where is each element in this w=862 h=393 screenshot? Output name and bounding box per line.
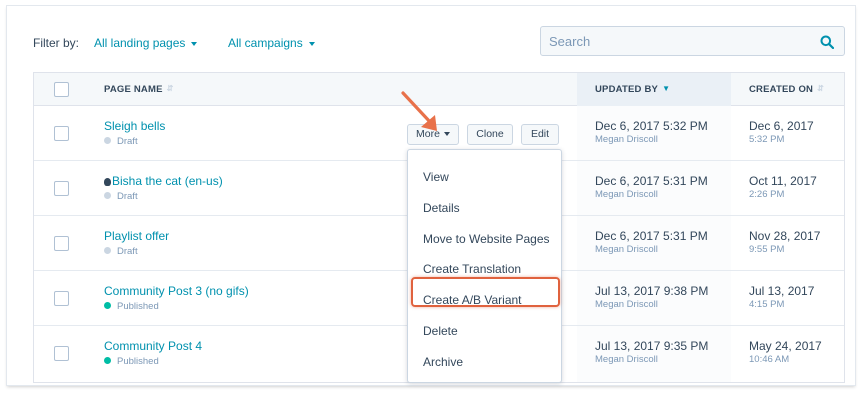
- sort-icon: ⇵: [166, 84, 174, 94]
- sort-descending-icon: ▼: [662, 84, 671, 94]
- page-name-link[interactable]: Sleigh bells: [104, 119, 165, 133]
- updated-cell: Jul 13, 2017 9:35 PM Megan Driscoll: [577, 326, 731, 381]
- search-input[interactable]: [541, 27, 811, 55]
- updated-by-user: Megan Driscoll: [595, 134, 658, 145]
- created-date: Jul 13, 2017: [749, 284, 815, 298]
- caret-down-icon: [191, 41, 198, 46]
- updated-by-user: Megan Driscoll: [595, 189, 658, 200]
- sort-icon: ⇵: [817, 84, 825, 94]
- updated-cell: Dec 6, 2017 5:31 PM Megan Driscoll: [577, 161, 731, 216]
- status-text: Draft: [117, 191, 138, 202]
- search-box: [540, 26, 845, 56]
- row-checkbox[interactable]: [54, 126, 69, 141]
- column-header-page-name[interactable]: PAGE NAME ⇵: [104, 73, 174, 106]
- landing-pages-panel: Filter by: All landing pages All campaig…: [7, 6, 855, 385]
- created-time: 5:32 PM: [749, 134, 785, 145]
- menu-item-move-to-website-pages[interactable]: Move to Website Pages: [423, 232, 550, 246]
- menu-item-create-translation[interactable]: Create Translation: [423, 262, 521, 276]
- page-name-link[interactable]: Community Post 3 (no gifs): [104, 284, 249, 298]
- row-checkbox[interactable]: [54, 236, 69, 251]
- updated-cell: Dec 6, 2017 5:31 PM Megan Driscoll: [577, 216, 731, 271]
- created-date: Dec 6, 2017: [749, 119, 814, 133]
- menu-item-create-ab-variant[interactable]: Create A/B Variant: [423, 293, 522, 307]
- status-text: Draft: [117, 136, 138, 147]
- page-name-link[interactable]: Community Post 4: [104, 339, 202, 353]
- select-all-checkbox[interactable]: [54, 82, 69, 97]
- created-time: 9:55 PM: [749, 244, 785, 255]
- updated-cell: Dec 6, 2017 5:32 PM Megan Driscoll: [577, 106, 731, 161]
- row-checkbox[interactable]: [54, 181, 69, 196]
- menu-item-details[interactable]: Details: [423, 201, 460, 215]
- column-header-created-on[interactable]: CREATED ON ⇵: [749, 73, 824, 106]
- callout-arrow-icon: [401, 91, 437, 131]
- created-time: 4:15 PM: [749, 299, 785, 310]
- status-text: Published: [117, 356, 159, 367]
- updated-date: Dec 6, 2017 5:31 PM: [595, 229, 708, 243]
- menu-item-archive[interactable]: Archive: [423, 355, 463, 369]
- created-date: May 24, 2017: [749, 339, 822, 353]
- filter-label: Filter by:: [33, 36, 80, 50]
- caret-down-icon: [443, 132, 450, 137]
- created-time: 2:26 PM: [749, 189, 785, 200]
- status-label: Published: [104, 301, 159, 312]
- updated-by-user: Megan Driscoll: [595, 299, 658, 310]
- cat-emoji-icon: [104, 178, 111, 186]
- created-date: Oct 11, 2017: [749, 174, 817, 188]
- updated-date: Dec 6, 2017 5:31 PM: [595, 174, 708, 188]
- draft-status-dot: [104, 137, 111, 144]
- status-text: Published: [117, 301, 159, 312]
- edit-button[interactable]: Edit: [521, 124, 559, 145]
- updated-cell: Jul 13, 2017 9:38 PM Megan Driscoll: [577, 271, 731, 326]
- status-label: Published: [104, 356, 159, 367]
- status-text: Draft: [117, 246, 138, 257]
- created-time: 10:46 AM: [749, 354, 790, 365]
- clone-button[interactable]: Clone: [467, 124, 513, 145]
- campaigns-filter-dropdown[interactable]: All campaigns: [228, 36, 315, 50]
- updated-date: Jul 13, 2017 9:35 PM: [595, 339, 709, 353]
- landing-pages-filter-dropdown[interactable]: All landing pages: [94, 36, 198, 50]
- row-checkbox[interactable]: [54, 346, 69, 361]
- updated-date: Dec 6, 2017 5:32 PM: [595, 119, 708, 133]
- row-checkbox[interactable]: [54, 291, 69, 306]
- landing-pages-filter-label: All landing pages: [94, 36, 186, 50]
- more-actions-menu: View Details Move to Website Pages Creat…: [407, 149, 562, 383]
- column-label-page-name: PAGE NAME: [104, 84, 163, 95]
- status-label: Draft: [104, 136, 138, 147]
- column-header-updated-by[interactable]: UPDATED BY ▼: [577, 73, 731, 106]
- page-name-link[interactable]: Bisha the cat (en-us): [104, 174, 223, 188]
- published-status-dot: [104, 357, 111, 364]
- column-label-created-on: CREATED ON: [749, 84, 814, 95]
- status-label: Draft: [104, 191, 138, 202]
- updated-date: Jul 13, 2017 9:38 PM: [595, 284, 709, 298]
- caret-down-icon: [308, 41, 315, 46]
- menu-item-delete[interactable]: Delete: [423, 324, 458, 338]
- page-name-link[interactable]: Playlist offer: [104, 229, 169, 243]
- campaigns-filter-label: All campaigns: [228, 36, 303, 50]
- updated-by-user: Megan Driscoll: [595, 244, 658, 255]
- status-label: Draft: [104, 246, 138, 257]
- draft-status-dot: [104, 247, 111, 254]
- page-name-text: Bisha the cat (en-us): [112, 174, 223, 188]
- search-icon[interactable]: [820, 35, 834, 49]
- created-date: Nov 28, 2017: [749, 229, 821, 243]
- updated-by-user: Megan Driscoll: [595, 354, 658, 365]
- published-status-dot: [104, 302, 111, 309]
- menu-item-view[interactable]: View: [423, 170, 449, 184]
- column-label-updated-by: UPDATED BY: [595, 84, 659, 95]
- draft-status-dot: [104, 192, 111, 199]
